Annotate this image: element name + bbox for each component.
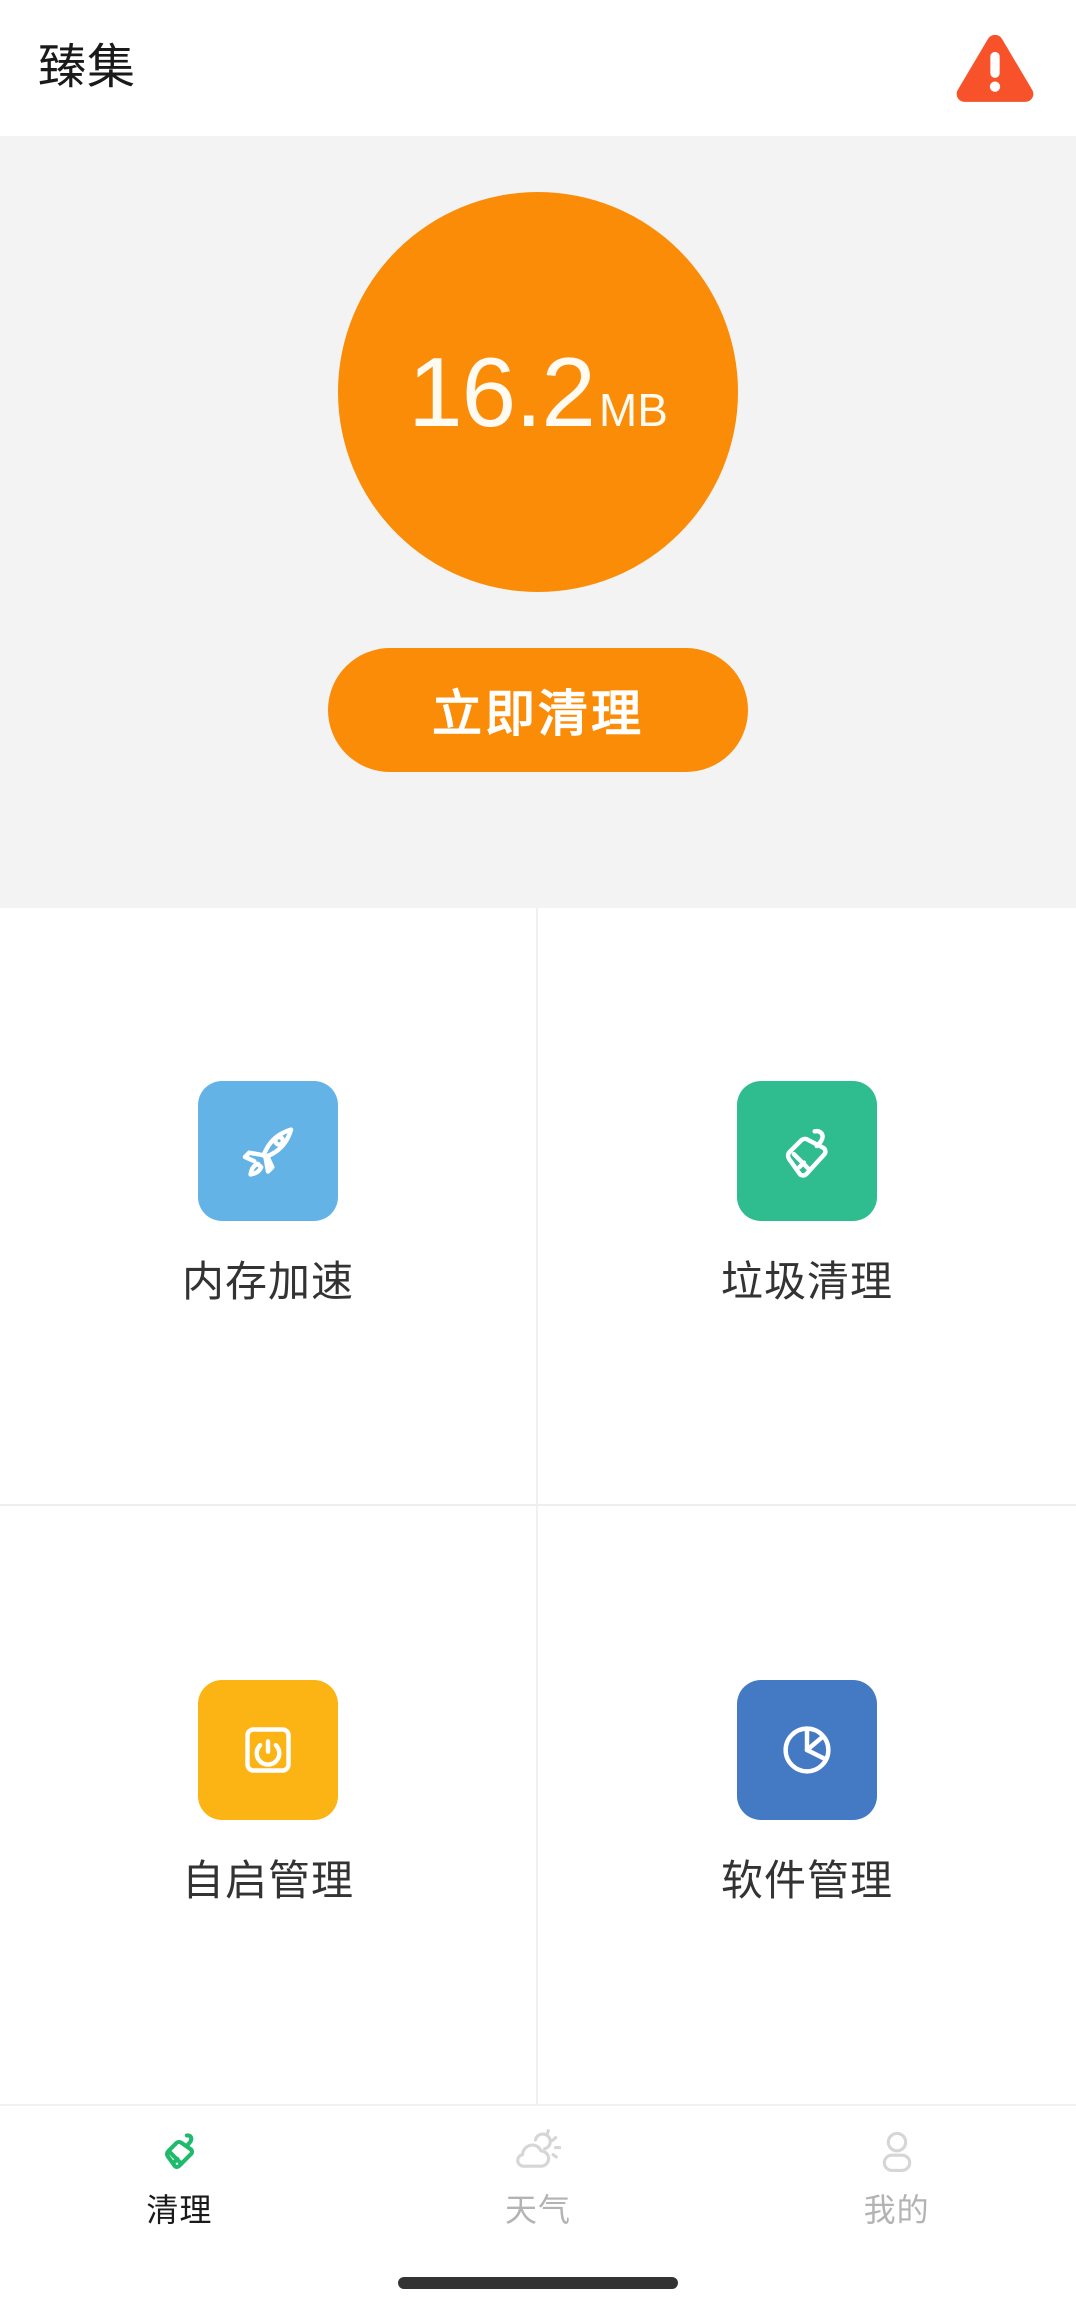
bottom-tab-bar: 清理 天气 我的 xyxy=(0,2104,1076,2252)
tab-weather[interactable]: 天气 xyxy=(359,2122,718,2226)
app-screen: 臻集 16.2 MB 立即清理 内存加速 垃圾清理 自启管理 软件管理 清理 天… xyxy=(0,0,1076,2314)
home-indicator[interactable] xyxy=(398,2277,678,2289)
storage-gauge-circle[interactable]: 16.2 MB xyxy=(338,192,738,592)
rocket-icon-tile xyxy=(197,1081,338,1221)
feature-cell-junk-clean[interactable]: 垃圾清理 xyxy=(538,908,1076,1506)
feature-label: 内存加速 xyxy=(181,1258,354,1305)
warning-triangle-icon[interactable] xyxy=(952,25,1038,111)
feature-grid: 内存加速 垃圾清理 自启管理 软件管理 xyxy=(0,908,1076,2104)
broom-icon xyxy=(148,2122,210,2184)
rocket-icon xyxy=(227,1110,309,1192)
broom-icon-tile xyxy=(736,1081,877,1221)
broom-icon xyxy=(766,1110,848,1192)
feature-cell-autostart[interactable]: 自启管理 xyxy=(0,1506,538,2104)
feature-label: 软件管理 xyxy=(720,1857,893,1904)
tab-clean[interactable]: 清理 xyxy=(0,2122,359,2226)
tab-label: 我的 xyxy=(863,2192,930,2228)
tab-label: 天气 xyxy=(505,2192,572,2228)
page-title: 臻集 xyxy=(38,41,137,94)
feature-label: 自启管理 xyxy=(181,1857,354,1904)
storage-hero-panel: 16.2 MB 立即清理 xyxy=(0,136,1076,908)
power-icon-tile xyxy=(197,1680,338,1820)
tab-label: 清理 xyxy=(146,2192,213,2228)
feature-cell-app-manage[interactable]: 软件管理 xyxy=(538,1506,1076,2104)
home-indicator-area xyxy=(0,2252,1076,2314)
storage-value: 16.2 xyxy=(408,337,596,447)
feature-label: 垃圾清理 xyxy=(720,1258,893,1305)
clean-now-button[interactable]: 立即清理 xyxy=(328,648,748,772)
storage-unit: MB xyxy=(598,384,668,436)
person-icon xyxy=(866,2122,928,2184)
feature-cell-memory-boost[interactable]: 内存加速 xyxy=(0,908,538,1506)
app-header: 臻集 xyxy=(0,0,1076,136)
cloud-sun-icon xyxy=(507,2122,569,2184)
tab-mine[interactable]: 我的 xyxy=(717,2122,1076,2226)
pie-chart-icon xyxy=(766,1709,848,1791)
power-icon xyxy=(227,1709,309,1791)
pie-chart-icon-tile xyxy=(736,1680,877,1820)
